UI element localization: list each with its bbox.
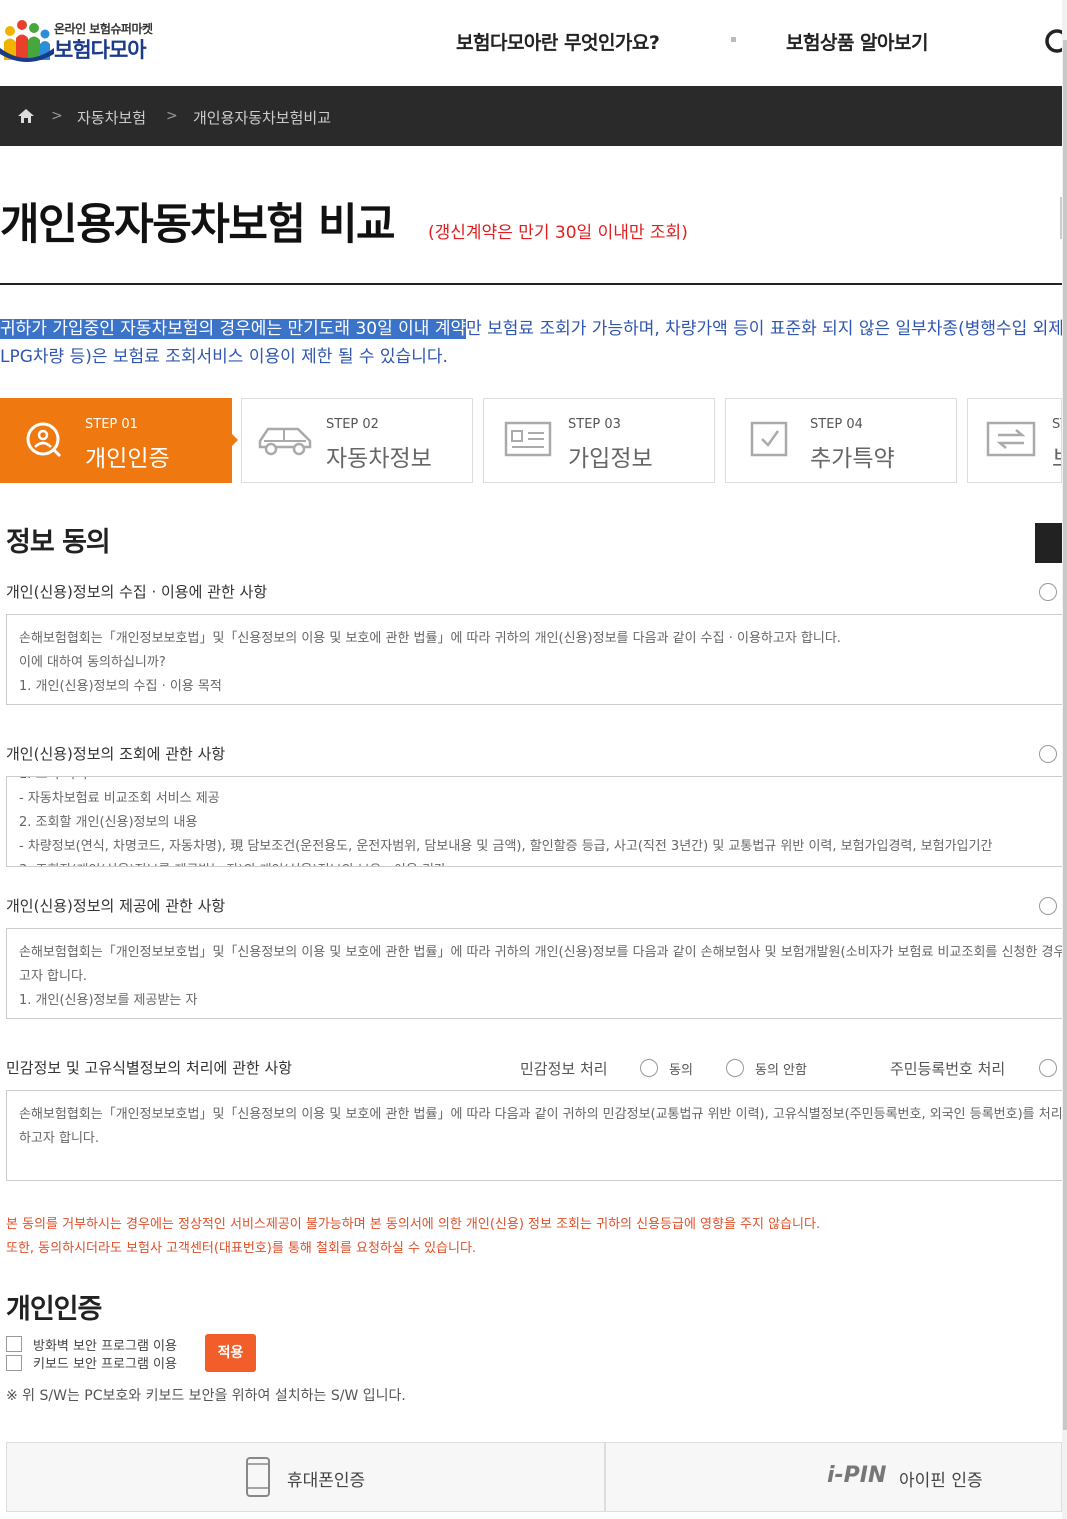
ipin-logo: i-PIN — [827, 1463, 887, 1488]
car-icon — [258, 427, 312, 456]
notice-highlight: 귀하가 가입중인 자동차보험의 경우에는 만기도래 30일 이내 계약 — [0, 319, 467, 339]
sensitive-agree-label: 동의 — [669, 1063, 693, 1078]
text-line: 손해보험협회는「개인정보보호법」및「신용정보의 이용 및 보호에 관한 법률」에… — [19, 1107, 1062, 1122]
logo-name: 보험다모아 — [54, 38, 147, 62]
renewal-note: (갱신계약은 만기 30일 이내만 조회) — [428, 223, 688, 243]
chevron-right-icon: > — [51, 108, 63, 124]
keyboard-security-label: 키보드 보안 프로그램 이용 — [33, 1357, 177, 1372]
text-line: 하고자 합니다. — [19, 1131, 100, 1146]
logo-people-icon — [0, 20, 54, 62]
text-line: 손해보험협회는「개인정보보호법」및「신용정보의 이용 및 보호에 관한 법률」에… — [19, 631, 841, 646]
text-line: 손해보험협회는「개인정보보호법」및「신용정보의 이용 및 보호에 관한 법률」에… — [19, 945, 1062, 960]
consent-warning: 본 동의를 거부하시는 경우에는 정상적인 서비스제공이 불가능하며 본 동의서… — [6, 1217, 821, 1232]
breadcrumb-item-current[interactable]: 개인용자동차보험비교 — [193, 107, 331, 128]
text-line: 1. 조회 목적 — [19, 777, 1050, 787]
sensitive-info-label: 민감정보 처리 — [520, 1060, 608, 1078]
ipin-auth-button[interactable]: i-PIN 아이핀 인증 — [605, 1442, 1062, 1512]
sensitive-agree-radio[interactable] — [640, 1059, 658, 1077]
divider — [1060, 197, 1062, 239]
step-name: 보 — [1052, 439, 1061, 473]
sw-note: ※ 위 S/W는 PC보호와 키보드 보안을 위하여 설치하는 S/W 입니다. — [6, 1388, 406, 1404]
apply-button[interactable]: 적용 — [205, 1334, 256, 1372]
nav-about[interactable]: 보험다모아란 무엇인가요? — [456, 28, 660, 55]
text-line: 고자 합니다. — [19, 969, 88, 984]
sensitive-disagree-radio[interactable] — [726, 1059, 744, 1077]
step-02[interactable]: STEP 02 자동차정보 — [241, 398, 473, 483]
mobile-phone-icon — [246, 1457, 270, 1497]
step-label: STEP 02 — [326, 417, 379, 432]
step-label: STEP 03 — [568, 417, 621, 432]
page-title: 개인용자동차보험 비교 — [0, 200, 396, 250]
nav-products[interactable]: 보험상품 알아보기 — [786, 28, 928, 55]
text-line: 2. 조회할 개인(신용)정보의 내용 — [19, 815, 198, 830]
phone-auth-label: 휴대폰인증 — [287, 1471, 366, 1491]
step-name: 추가특약 — [810, 446, 895, 472]
scrollbar-thumb[interactable] — [1063, 40, 1067, 1430]
step-01[interactable]: STEP 01 개인인증 — [0, 398, 232, 483]
user-search-icon — [26, 422, 62, 458]
consent-collect-text[interactable]: 손해보험협회는「개인정보보호법」및「신용정보의 이용 및 보호에 관한 법률」에… — [6, 614, 1062, 705]
notice-text: 귀하가 가입중인 자동차보험의 경우에는 만기도래 30일 이내 계약만 보험료… — [0, 315, 1067, 371]
step-label: STEP 04 — [810, 417, 863, 432]
text-line: 1. 개인(신용)정보의 수집 · 이용 목적 — [19, 679, 222, 694]
sensitive-disagree-label: 동의 안함 — [755, 1063, 807, 1078]
rrn-label: 주민등록번호 처리 — [890, 1060, 1006, 1078]
consent-inquiry-text[interactable]: 1. 조회 목적 - 자동차보험료 비교조회 서비스 제공 2. 조회할 개인(… — [6, 776, 1062, 867]
breadcrumb — [0, 86, 1062, 146]
text-line: - 차량정보(연식, 차명코드, 자동차명), 現 담보조건(운전용도, 운전자… — [19, 839, 993, 854]
agree-all-button[interactable] — [1035, 523, 1062, 563]
consent-provide-radio[interactable] — [1039, 897, 1057, 915]
breadcrumb-item-car[interactable]: 자동차보험 — [77, 107, 146, 128]
step-name: 자동차정보 — [326, 446, 432, 472]
consent-inquiry-label: 개인(신용)정보의 조회에 관한 사항 — [6, 745, 226, 763]
consent-provide-label: 개인(신용)정보의 제공에 관한 사항 — [6, 897, 226, 915]
phone-auth-button[interactable]: 휴대폰인증 — [6, 1442, 605, 1512]
rrn-radio[interactable] — [1039, 1059, 1057, 1077]
notice-rest: 만 보험료 조회가 가능하며, 차량가액 등이 표준화 되지 않은 일부차종(병… — [466, 319, 1062, 339]
divider — [0, 283, 1062, 285]
step-label: STEP 01 — [85, 417, 138, 432]
chevron-right-icon: > — [166, 108, 178, 124]
ipin-auth-label: 아이핀 인증 — [899, 1471, 983, 1491]
firewall-label: 방화벽 보안 프로그램 이용 — [33, 1339, 177, 1354]
text-line: 이에 대하여 동의하십니까? — [19, 655, 166, 670]
step-04[interactable]: STEP 04 추가특약 — [725, 398, 957, 483]
step-label: ST — [1052, 417, 1061, 432]
consent-collect-radio[interactable] — [1039, 583, 1057, 601]
consent-collect-label: 개인(신용)정보의 수집 · 이용에 관한 사항 — [6, 583, 268, 601]
consent-warning: 또한, 동의하시더라도 보험사 고객센터(대표번호)를 통해 철회를 요청하실 … — [6, 1241, 477, 1256]
active-step-arrow — [230, 432, 238, 448]
keyboard-security-checkbox[interactable] — [6, 1355, 22, 1371]
id-card-icon — [504, 421, 552, 457]
transfer-icon — [986, 421, 1036, 457]
consent-title: 정보 동의 — [6, 527, 111, 558]
consent-sensitive-text[interactable]: 손해보험협회는「개인정보보호법」및「신용정보의 이용 및 보호에 관한 법률」에… — [6, 1090, 1062, 1181]
home-icon[interactable] — [17, 108, 35, 124]
step-03[interactable]: STEP 03 가입정보 — [483, 398, 715, 483]
step-name: 가입정보 — [568, 446, 653, 472]
notice-line2: LPG차량 등)은 보험료 조회서비스 이용이 제한 될 수 있습니다. — [0, 347, 448, 367]
consent-sensitive-label: 민감정보 및 고유식별정보의 처리에 관한 사항 — [6, 1059, 293, 1077]
step-05[interactable]: ST 보 — [967, 398, 1062, 483]
nav-separator — [731, 37, 736, 42]
text-line: 1. 개인(신용)정보를 제공받는 자 — [19, 993, 198, 1008]
step-name: 개인인증 — [85, 446, 170, 472]
consent-inquiry-radio[interactable] — [1039, 745, 1057, 763]
text-line: 3. 조회자(개인(신용)정보를 제공받는 자)의 개인(신용)정보의 보유 ·… — [19, 859, 1050, 866]
consent-provide-text[interactable]: 손해보험협회는「개인정보보호법」및「신용정보의 이용 및 보호에 관한 법률」에… — [6, 928, 1062, 1019]
auth-title: 개인인증 — [6, 1294, 102, 1325]
firewall-checkbox[interactable] — [6, 1336, 22, 1352]
text-line: - 자동차보험료 비교조회 서비스 제공 — [19, 791, 220, 806]
checkbox-icon — [750, 421, 788, 457]
